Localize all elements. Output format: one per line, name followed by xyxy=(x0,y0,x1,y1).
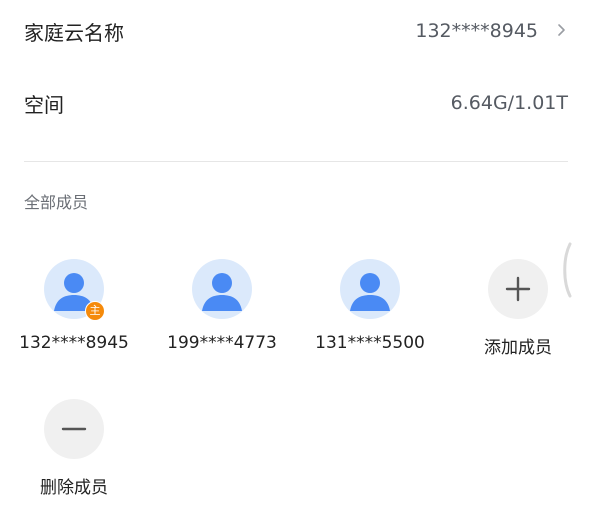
storage-space-row: 空间 6.64G/1.01T xyxy=(24,84,568,122)
remove-member-button[interactable]: 删除成员 xyxy=(4,399,144,498)
family-cloud-name-value: 132****8945 xyxy=(415,20,538,42)
member-item[interactable]: 131****5500 xyxy=(300,259,440,353)
owner-badge: 主 xyxy=(85,301,105,321)
user-avatar-icon xyxy=(340,259,400,319)
minus-icon[interactable] xyxy=(44,399,104,459)
user-avatar-icon xyxy=(192,259,252,319)
member-phone: 131****5500 xyxy=(315,333,425,353)
members-section-title: 全部成员 xyxy=(24,193,89,212)
member-phone: 132****8945 xyxy=(19,333,129,353)
remove-member-label: 删除成员 xyxy=(40,478,108,498)
family-cloud-name-label: 家庭云名称 xyxy=(24,20,124,45)
chevron-right-icon xyxy=(556,20,568,40)
divider xyxy=(24,161,568,162)
plus-icon[interactable] xyxy=(488,259,548,319)
add-member-label: 添加成员 xyxy=(484,338,552,358)
storage-space-label: 空间 xyxy=(24,92,64,117)
scroll-indicator[interactable] xyxy=(560,242,574,298)
member-item[interactable]: 主 132****8945 xyxy=(4,259,144,353)
family-cloud-name-row[interactable]: 家庭云名称 132****8945 xyxy=(24,12,568,50)
storage-space-value: 6.64G/1.01T xyxy=(450,92,568,114)
member-phone: 199****4773 xyxy=(167,333,277,353)
member-item[interactable]: 199****4773 xyxy=(152,259,292,353)
family-cloud-name-value-group: 132****8945 xyxy=(415,20,568,42)
